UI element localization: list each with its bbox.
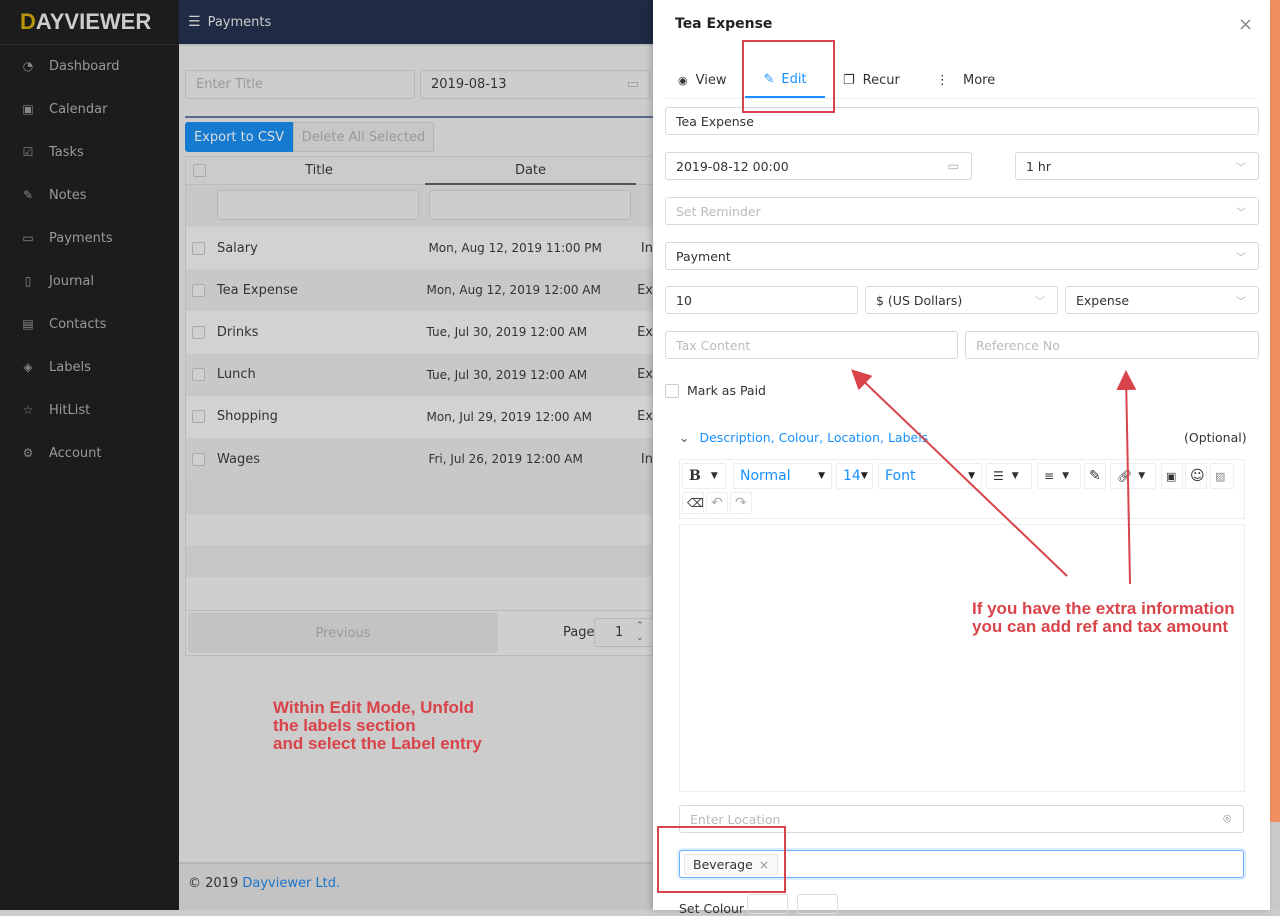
annotation-arrows	[851, 369, 1137, 585]
arrow-to-tax	[851, 369, 1068, 577]
tax-ref-annotation: If you have the extra information you can…	[972, 599, 1235, 636]
arrow-to-reference	[1116, 370, 1137, 585]
